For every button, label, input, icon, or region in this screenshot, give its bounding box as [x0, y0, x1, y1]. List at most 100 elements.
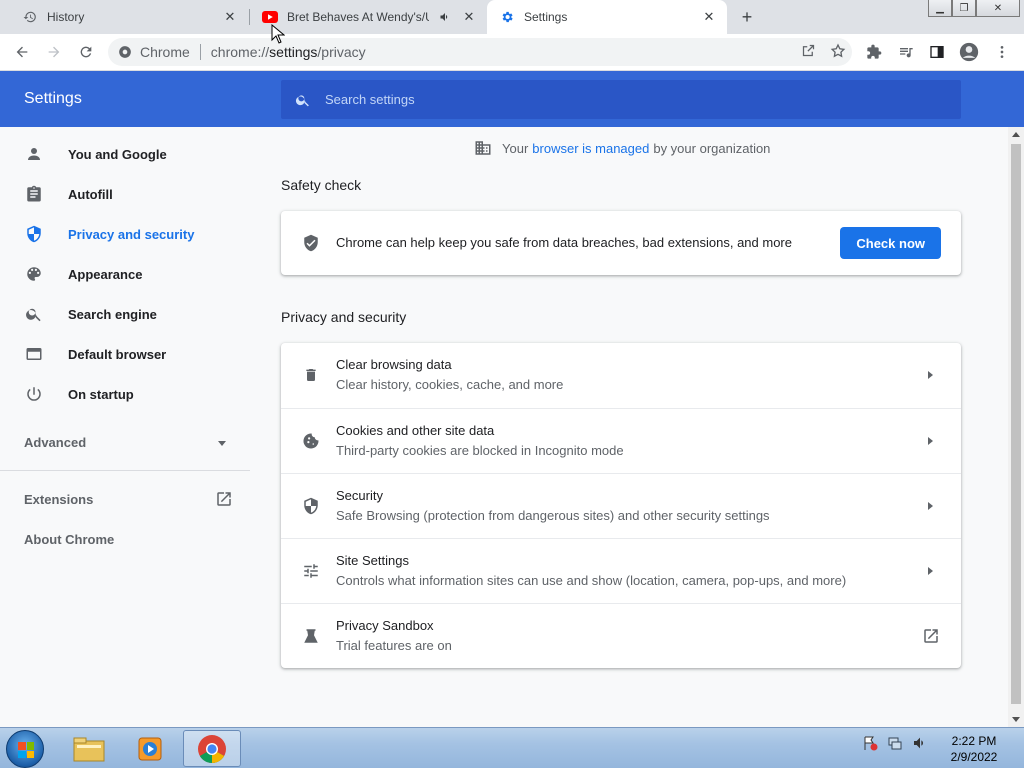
managed-banner: Your browser is managed by your organiza…: [474, 139, 770, 157]
tab-history[interactable]: History ✕: [10, 0, 248, 34]
privacy-sandbox-row[interactable]: Privacy Sandbox Trial features are on: [281, 603, 961, 668]
address-bar[interactable]: Chrome chrome://settings/privacy: [108, 38, 852, 66]
clear-browsing-data-row[interactable]: Clear browsing data Clear history, cooki…: [281, 343, 961, 408]
chevron-down-icon[interactable]: [218, 441, 226, 446]
scrollbar-thumb[interactable]: [1011, 144, 1021, 704]
history-icon: [22, 9, 38, 25]
row-subtitle: Safe Browsing (protection from dangerous…: [336, 508, 770, 523]
row-text: Cookies and other site data Third-party …: [336, 423, 624, 458]
restore-button[interactable]: ❐: [952, 0, 976, 17]
settings-gear-icon: [499, 9, 515, 25]
settings-search-input[interactable]: [325, 92, 925, 107]
close-tab-icon[interactable]: ✕: [701, 9, 717, 25]
check-now-button[interactable]: Check now: [840, 227, 941, 259]
bookmark-star-icon[interactable]: [830, 42, 846, 62]
row-subtitle: Third-party cookies are blocked in Incog…: [336, 443, 624, 458]
folder-icon: [73, 737, 105, 761]
sidebar-item-search-engine[interactable]: Search engine: [0, 294, 250, 334]
omnibox-actions: [801, 38, 846, 66]
omnibox-separator: [199, 44, 201, 60]
external-link-icon[interactable]: [921, 626, 941, 646]
tab-settings[interactable]: Settings ✕: [487, 0, 727, 34]
forward-arrow-icon: [48, 46, 60, 58]
media-player-icon: [138, 737, 162, 760]
row-text: Site Settings Controls what information …: [336, 553, 846, 588]
new-tab-button[interactable]: +: [736, 6, 758, 28]
menu-button[interactable]: [988, 38, 1016, 66]
safety-check-text: Chrome can help keep you safe from data …: [336, 235, 792, 250]
site-settings-row[interactable]: Site Settings Controls what information …: [281, 538, 961, 603]
row-subtitle: Trial features are on: [336, 638, 452, 653]
vertical-scrollbar[interactable]: [1008, 127, 1024, 727]
sidebar-item-on-startup[interactable]: On startup: [0, 374, 250, 414]
windows-taskbar: 2:22 PM 2/9/2022: [0, 727, 1024, 768]
sidebar-item-label: You and Google: [68, 146, 167, 162]
extensions-puzzle-button[interactable]: [860, 38, 888, 66]
clock-time: 2:22 PM: [951, 734, 997, 748]
close-window-button[interactable]: ✕: [976, 0, 1020, 17]
close-tab-icon[interactable]: ✕: [461, 9, 477, 25]
security-row[interactable]: Security Safe Browsing (protection from …: [281, 473, 961, 538]
tune-sliders-icon: [301, 561, 321, 581]
browser-managed-link[interactable]: browser is managed: [532, 141, 649, 156]
row-subtitle: Clear history, cookies, cache, and more: [336, 377, 564, 392]
start-button[interactable]: [6, 730, 44, 768]
settings-search-box[interactable]: [281, 80, 961, 119]
sidebar-advanced-toggle[interactable]: Advanced: [24, 435, 86, 450]
tab-strip: History ✕ Bret Behaves At Wendy's/Un ✕ S…: [0, 0, 1024, 34]
taskbar-explorer[interactable]: [60, 730, 118, 767]
clock-date: 2/9/2022: [950, 750, 998, 764]
sidebar-item-autofill[interactable]: Autofill: [0, 174, 250, 214]
building-icon: [474, 139, 492, 157]
sidebar-divider: [0, 470, 250, 471]
site-chip[interactable]: Chrome: [118, 44, 190, 60]
row-title: Cookies and other site data: [336, 423, 495, 438]
avatar-icon: [959, 42, 979, 62]
palette-icon: [24, 264, 44, 284]
security-shield-icon: [301, 496, 321, 516]
scroll-down-arrow-icon[interactable]: [1012, 717, 1020, 722]
close-tab-icon[interactable]: ✕: [222, 9, 238, 25]
minimize-button[interactable]: ▁: [928, 0, 952, 17]
flask-icon: [301, 626, 321, 646]
url-text: chrome://settings/privacy: [210, 44, 366, 60]
power-icon: [24, 384, 44, 404]
arrow-right-icon: [928, 502, 933, 510]
profile-button[interactable]: [955, 38, 983, 66]
share-icon[interactable]: [801, 43, 816, 61]
managed-text-before: Your: [502, 140, 529, 156]
taskbar-media-player[interactable]: [121, 730, 179, 767]
arrow-right-icon: [928, 371, 933, 379]
taskbar-chrome[interactable]: [183, 730, 241, 767]
safety-check-card: Chrome can help keep you safe from data …: [281, 211, 961, 275]
back-button[interactable]: [8, 38, 36, 66]
action-center-flag-icon[interactable]: [862, 735, 878, 754]
tab-youtube[interactable]: Bret Behaves At Wendy's/Un ✕: [250, 0, 487, 34]
scroll-up-arrow-icon[interactable]: [1012, 132, 1020, 137]
cookies-row[interactable]: Cookies and other site data Third-party …: [281, 408, 961, 473]
sidebar-item-default-browser[interactable]: Default browser: [0, 334, 250, 374]
sidebar-item-about-chrome[interactable]: About Chrome: [24, 532, 114, 547]
sidebar-item-you-and-google[interactable]: You and Google: [0, 134, 250, 174]
youtube-icon: [262, 9, 278, 25]
forward-button[interactable]: [40, 38, 68, 66]
row-text: Security Safe Browsing (protection from …: [336, 488, 770, 523]
settings-sidebar: You and Google Autofill Privacy and secu…: [0, 127, 250, 727]
site-chip-label: Chrome: [140, 44, 190, 60]
reload-button[interactable]: [72, 38, 100, 66]
side-panel-button[interactable]: [923, 38, 951, 66]
sidebar-item-appearance[interactable]: Appearance: [0, 254, 250, 294]
privacy-section-heading: Privacy and security: [281, 309, 407, 325]
sidebar-item-privacy-and-security[interactable]: Privacy and security: [0, 214, 250, 254]
sidebar-item-extensions[interactable]: Extensions: [24, 492, 93, 507]
external-link-icon[interactable]: [215, 490, 233, 511]
puzzle-icon: [867, 44, 882, 59]
taskbar-clock[interactable]: 2:22 PM 2/9/2022: [940, 733, 1008, 765]
volume-icon[interactable]: [912, 735, 928, 754]
queue-music-icon: [900, 48, 913, 58]
sidebar-item-label: Autofill: [68, 186, 113, 202]
media-control-button[interactable]: [892, 38, 920, 66]
speaker-icon[interactable]: [437, 9, 453, 25]
network-icon[interactable]: [887, 735, 903, 754]
settings-page: You and Google Autofill Privacy and secu…: [0, 127, 1008, 727]
